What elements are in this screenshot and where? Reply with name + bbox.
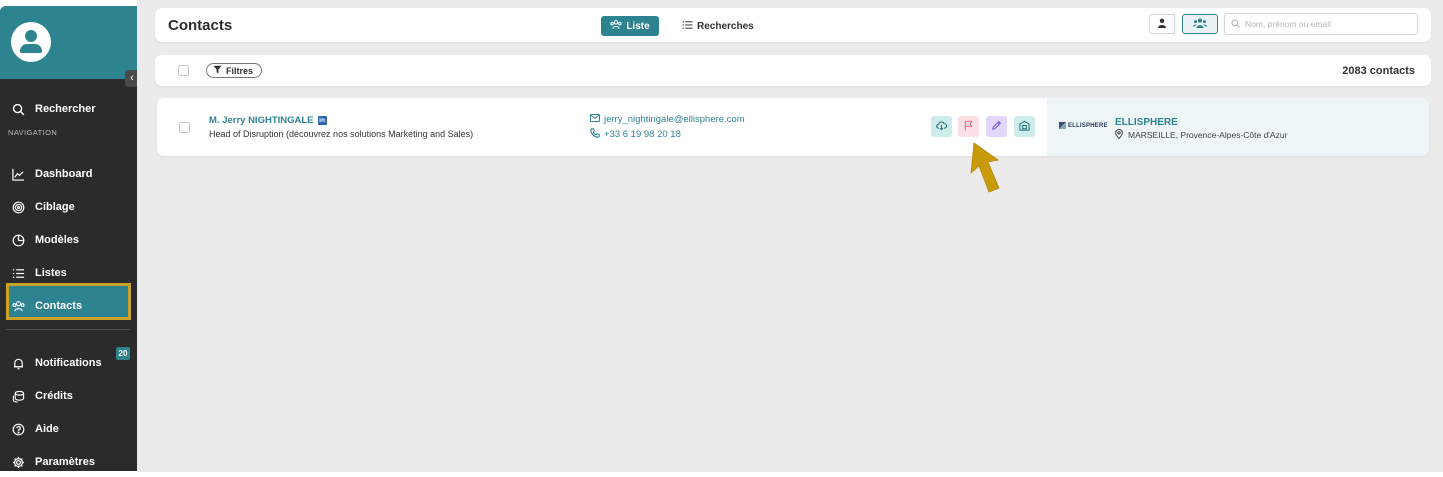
company-location: MARSEILLE, Provence-Alpes-Côte d'Azur	[1115, 128, 1288, 141]
contact-phone[interactable]: +33 6 19 98 20 18	[590, 128, 681, 141]
sidebar-item-label: Notifications	[35, 357, 102, 369]
view-group-toggle[interactable]	[1182, 14, 1218, 34]
filters-label: Filtres	[226, 65, 254, 76]
tab-recherches[interactable]: Recherches	[682, 16, 754, 36]
location-text: MARSEILLE, Provence-Alpes-Côte d'Azur	[1128, 130, 1288, 140]
sidebar-item-listes[interactable]: Listes	[11, 263, 67, 283]
search-input-wrapper[interactable]	[1224, 13, 1418, 35]
list-icon	[11, 266, 25, 280]
sidebar-item-label: Paramètres	[35, 456, 95, 468]
select-all-checkbox[interactable]	[178, 65, 189, 76]
sidebar-section-label: NAVIGATION	[8, 128, 58, 137]
sidebar-item-label: Modèles	[35, 234, 80, 246]
help-icon	[11, 422, 25, 436]
sidebar-item-label: Aide	[35, 423, 59, 435]
company-name[interactable]: ELLISPHERE	[1115, 117, 1178, 128]
main-content: Contacts Liste Recherches Filtres 2083 c…	[137, 0, 1443, 472]
contact-job-title: Head of Disruption (découvrez nos soluti…	[209, 129, 474, 139]
coins-icon	[11, 389, 25, 403]
flag-button[interactable]	[958, 116, 979, 137]
linkedin-icon[interactable]: in	[317, 116, 327, 125]
contact-name[interactable]: M. Jerry NIGHTINGALE	[209, 115, 314, 126]
sidebar-item-contacts[interactable]: Contacts	[11, 296, 82, 316]
company-logo-mark-icon	[1059, 122, 1066, 129]
sidebar-item-rechercher[interactable]: Rechercher	[11, 99, 96, 119]
annotation-arrow-icon	[970, 142, 1000, 193]
sidebar-item-label: Ciblage	[35, 201, 75, 213]
list-icon	[682, 20, 693, 33]
filter-bar: Filtres 2083 contacts	[155, 55, 1431, 86]
search-input[interactable]	[1245, 19, 1405, 29]
target-icon	[11, 200, 25, 214]
page-title: Contacts	[168, 17, 233, 34]
notifications-badge: 20	[116, 347, 130, 360]
flag-icon	[963, 118, 974, 136]
funnel-icon	[213, 65, 222, 76]
filters-button[interactable]: Filtres	[206, 63, 263, 78]
tab-liste[interactable]: Liste	[601, 16, 659, 36]
sidebar-divider	[6, 329, 131, 330]
sidebar-item-credits[interactable]: Crédits	[11, 386, 73, 406]
sidebar-item-label: Listes	[35, 267, 67, 279]
sidebar-item-label: Rechercher	[35, 103, 96, 115]
company-cell[interactable]: ELLISPHERE ELLISPHERE MARSEILLE, Provenc…	[1047, 98, 1429, 156]
company-logo-text: ELLISPHERE	[1068, 122, 1108, 129]
view-person-toggle[interactable]	[1149, 14, 1175, 34]
sidebar-header	[0, 6, 137, 79]
search-icon	[1231, 15, 1240, 33]
cloud-download-button[interactable]	[931, 116, 952, 137]
sidebar: ‹ Rechercher NAVIGATION Dashboard Ciblag…	[0, 6, 137, 471]
avatar[interactable]	[11, 22, 51, 62]
location-pin-icon	[1115, 128, 1123, 141]
sidebar-item-dashboard[interactable]: Dashboard	[11, 164, 92, 184]
sidebar-item-label: Dashboard	[35, 168, 93, 180]
contact-name-line: M. Jerry NIGHTINGALE in	[209, 115, 327, 126]
company-button[interactable]	[1014, 116, 1035, 137]
gear-icon	[11, 455, 25, 469]
sidebar-item-notifications[interactable]: Notifications	[11, 353, 102, 373]
company-logo: ELLISPHERE	[1059, 122, 1108, 129]
chart-line-icon	[11, 167, 25, 181]
mail-icon	[590, 114, 600, 125]
pencil-icon	[991, 118, 1002, 136]
sidebar-item-parametres[interactable]: Paramètres	[11, 452, 95, 471]
sidebar-item-aide[interactable]: Aide	[11, 419, 59, 439]
cloud-download-icon	[936, 118, 947, 136]
building-icon	[1019, 118, 1030, 136]
chevron-left-icon: ‹	[130, 72, 134, 84]
users-icon	[610, 19, 622, 33]
tab-label: Liste	[626, 20, 650, 32]
person-icon	[1157, 15, 1167, 33]
phone-text: +33 6 19 98 20 18	[604, 129, 681, 140]
table-row[interactable]: M. Jerry NIGHTINGALE in Head of Disrupti…	[157, 98, 1429, 156]
collapse-sidebar-button[interactable]: ‹	[125, 70, 137, 87]
contacts-count: 2083 contacts	[1342, 65, 1415, 77]
contact-email[interactable]: jerry_nightingale@ellisphere.com	[590, 114, 745, 125]
page-header: Contacts Liste Recherches	[155, 8, 1431, 42]
tab-label: Recherches	[697, 20, 754, 32]
sidebar-item-modeles[interactable]: Modèles	[11, 230, 79, 250]
sidebar-item-ciblage[interactable]: Ciblage	[11, 197, 75, 217]
search-icon	[11, 102, 25, 116]
group-icon	[1193, 15, 1207, 33]
sidebar-item-label: Crédits	[35, 390, 73, 402]
pie-icon	[11, 233, 25, 247]
bell-icon	[11, 356, 25, 370]
edit-button[interactable]	[986, 116, 1007, 137]
phone-icon	[590, 128, 600, 141]
sidebar-item-label: Contacts	[35, 300, 83, 312]
email-text: jerry_nightingale@ellisphere.com	[604, 114, 745, 125]
row-checkbox[interactable]	[179, 122, 190, 133]
users-icon	[11, 299, 25, 313]
